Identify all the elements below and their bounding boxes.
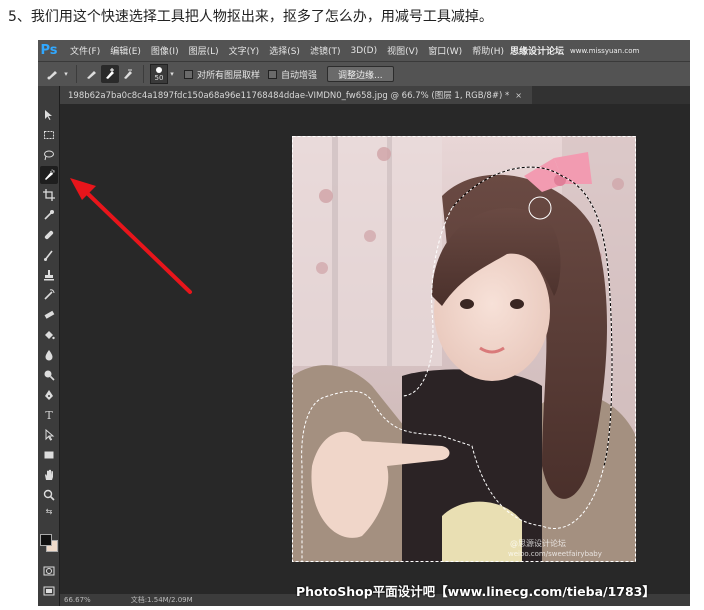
document-tab-bar: 198b62a7ba0c8c4a1897fdc150a68a96e1176848… [60,86,690,104]
swap-colors-icon[interactable]: ⇆ [40,506,58,516]
divider [76,65,77,83]
tools-panel: T ⇆ [38,86,60,606]
menu-type[interactable]: 文字(Y) [229,44,260,57]
photoshop-window: Ps 文件(F) 编辑(E) 图像(I) 图层(L) 文字(Y) 选择(S) 滤… [38,40,690,606]
menu-view[interactable]: 视图(V) [387,44,418,57]
auto-enhance-label: 自动增强 [281,70,318,81]
menu-watermark-url: www.missyuan.com [570,46,640,55]
auto-enhance-checkbox[interactable] [268,69,278,79]
hand-tool-icon[interactable] [40,466,58,484]
foreground-color-swatch[interactable] [40,534,52,546]
new-selection-icon[interactable] [83,65,101,83]
brush-tip-icon [156,66,162,73]
photo-watermark-url: weibo.com/sweetfairybaby [508,550,602,558]
brush-size-picker[interactable]: 50 [150,64,168,84]
menu-watermark: 思缘设计论坛 [509,47,564,57]
document-canvas[interactable] [292,136,636,562]
brush-size-value: 50 [154,73,164,82]
history-brush-tool-icon[interactable] [40,286,58,304]
menu-select[interactable]: 选择(S) [269,44,300,57]
crop-tool-icon[interactable] [40,186,58,204]
rectangle-tool-icon[interactable] [40,446,58,464]
close-icon[interactable]: × [515,91,522,100]
tool-preset-icon[interactable] [44,65,62,83]
eraser-tool-icon[interactable] [40,306,58,324]
menu-bar: Ps 文件(F) 编辑(E) 图像(I) 图层(L) 文字(Y) 选择(S) 滤… [38,40,690,61]
path-selection-tool-icon[interactable] [40,426,58,444]
clone-stamp-tool-icon[interactable] [40,266,58,284]
ps-logo: Ps [40,43,58,58]
paint-bucket-tool-icon[interactable] [40,326,58,344]
sample-all-layers-checkbox[interactable] [184,69,193,79]
subtract-from-selection-icon[interactable] [119,65,137,83]
menu-image[interactable]: 图像(I) [151,44,179,57]
photo-image [292,136,636,562]
document-tab-title: 198b62a7ba0c8c4a1897fdc150a68a96e1176848… [68,91,510,101]
blur-tool-icon[interactable] [40,346,58,364]
screen-mode-icon[interactable] [40,582,58,600]
menu-help[interactable]: 帮助(H) [472,44,504,57]
sample-all-layers-label: 对所有图层取样 [197,70,261,81]
refine-edge-button[interactable]: 调整边缘... [327,66,394,82]
quick-mask-icon[interactable] [40,562,58,580]
menu-window[interactable]: 窗口(W) [428,44,462,57]
healing-brush-tool-icon[interactable] [40,226,58,244]
zoom-tool-icon[interactable] [40,486,58,504]
photo-watermark: @思源设计论坛 [510,539,566,548]
tutorial-caption: 5、我们用这个快速选择工具把人物抠出来，抠多了怎么办，用减号工具减掉。 [8,9,493,25]
brush-tool-icon[interactable] [40,246,58,264]
lasso-tool-icon[interactable] [40,146,58,164]
site-watermark: PhotoShop平面设计吧【www.linecg.com/tieba/1783… [296,584,655,599]
dodge-tool-icon[interactable] [40,366,58,384]
move-tool-icon[interactable] [40,106,58,124]
menu-file[interactable]: 文件(F) [70,44,100,57]
document-tab[interactable]: 198b62a7ba0c8c4a1897fdc150a68a96e1176848… [60,86,532,104]
pen-tool-icon[interactable] [40,386,58,404]
menu-edit[interactable]: 编辑(E) [110,44,141,57]
document-info: 文档:1.54M/2.09M [130,596,193,604]
zoom-level[interactable]: 66.67% [64,596,91,604]
options-bar: ▾ 50 ▾ 对所有图层取样 自动增强 调整边缘... [38,61,690,86]
marquee-tool-icon[interactable] [40,126,58,144]
menu-3d[interactable]: 3D(D) [350,46,377,56]
chevron-down-icon[interactable]: ▾ [168,65,176,83]
menu-filter[interactable]: 滤镜(T) [310,44,341,57]
quick-selection-tool-icon[interactable] [40,166,58,184]
eyedropper-tool-icon[interactable] [40,206,58,224]
chevron-down-icon[interactable]: ▾ [62,65,70,83]
divider [143,65,144,83]
type-tool-icon[interactable]: T [40,406,58,424]
menu-layer[interactable]: 图层(L) [189,44,219,57]
add-to-selection-icon[interactable] [101,65,119,83]
canvas-area[interactable] [60,104,690,594]
